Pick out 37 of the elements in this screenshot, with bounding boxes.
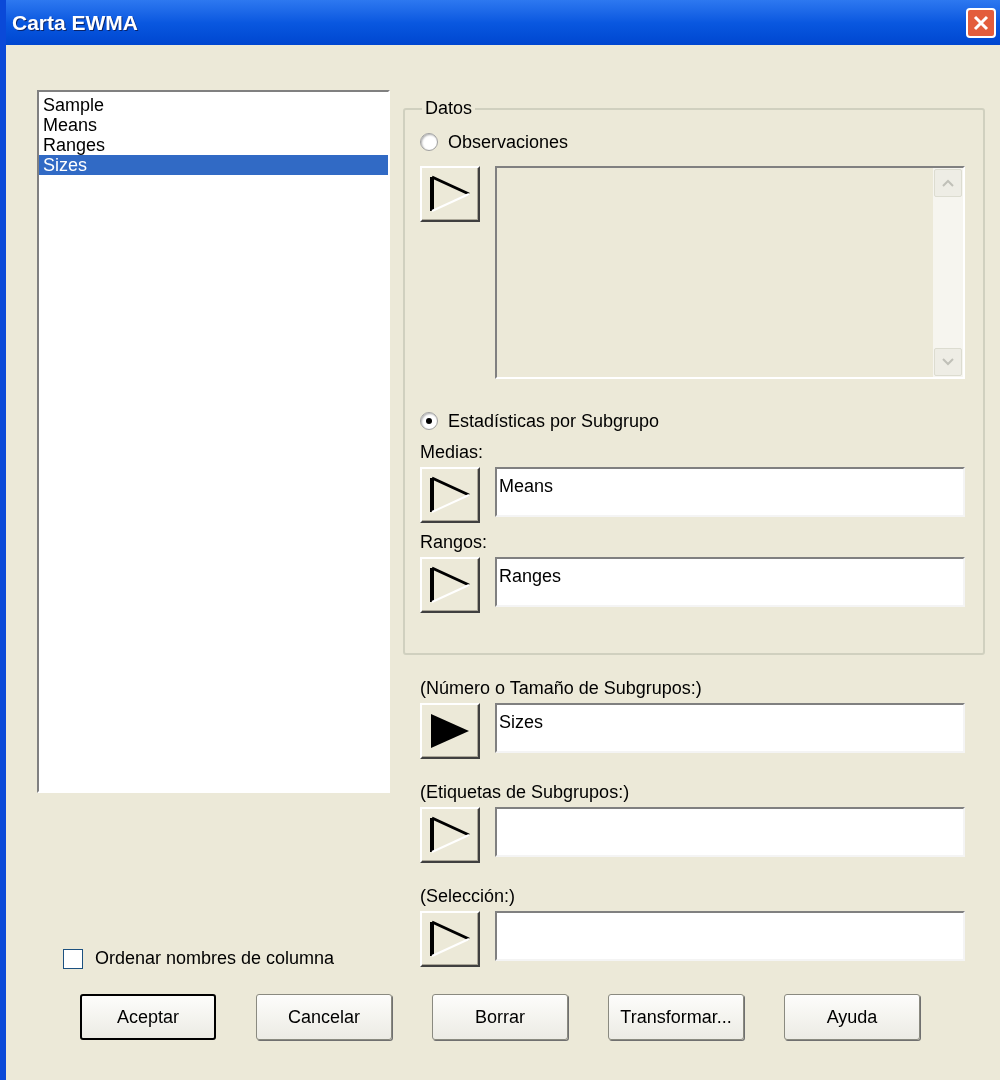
select-arrow-button[interactable] [420, 911, 480, 967]
select-arrow-button[interactable] [420, 807, 480, 863]
field-label: (Etiquetas de Subgrupos:) [420, 781, 631, 804]
select-arrow-button[interactable] [420, 557, 480, 613]
column-list-item[interactable]: Sample [39, 95, 388, 115]
dialog-button[interactable]: Cancelar [256, 994, 392, 1040]
sort-checkbox[interactable] [63, 948, 83, 969]
dialog-button[interactable]: Aceptar [80, 994, 216, 1040]
column-list-item[interactable]: Sizes [39, 155, 388, 175]
field-label: Medias: [420, 441, 485, 464]
dialog-button[interactable]: Borrar [432, 994, 568, 1040]
select-arrow-button[interactable] [420, 467, 480, 523]
input-field[interactable]: Sizes [495, 703, 965, 753]
input-field[interactable]: Means [495, 467, 965, 517]
select-arrow-button[interactable] [420, 703, 480, 759]
column-list-item[interactable]: Means [39, 115, 388, 135]
input-field[interactable]: Ranges [495, 557, 965, 607]
chevron-up-icon [942, 179, 954, 187]
select-arrow-button[interactable] [420, 166, 480, 222]
group-title: Datos [424, 97, 474, 120]
dialog-button[interactable]: Transformar... [608, 994, 744, 1040]
sort-checkbox-label: Ordenar nombres de columna [95, 947, 335, 970]
close-button[interactable] [966, 7, 996, 38]
radio-button[interactable] [420, 133, 438, 151]
input-field[interactable] [495, 807, 965, 857]
chevron-down-icon [942, 358, 954, 366]
window-title: Carta EWMA [12, 9, 138, 36]
radio-label: Observaciones [448, 130, 569, 154]
radio-label: Estadísticas por Subgrupo [448, 409, 660, 433]
input-field[interactable] [495, 911, 965, 961]
dialog-button[interactable]: Ayuda [784, 994, 920, 1040]
radio-button[interactable] [420, 412, 438, 430]
close-icon [973, 14, 989, 31]
field-label: (Selección:) [420, 885, 517, 908]
field-label: Rangos: [420, 531, 489, 554]
column-list-item[interactable]: Ranges [39, 135, 388, 155]
field-label: (Número o Tamaño de Subgrupos:) [420, 677, 703, 700]
